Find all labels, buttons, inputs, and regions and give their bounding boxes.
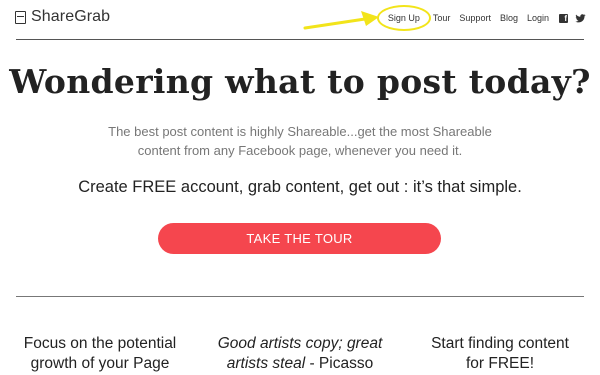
nav-blog-link[interactable]: Blog xyxy=(500,13,518,23)
features-row: Focus on the potential growth of your Pa… xyxy=(0,334,600,374)
header-divider xyxy=(16,39,584,40)
facebook-icon[interactable]: f xyxy=(559,13,568,23)
hero-subtext-line2: content from any Facebook page, whenever… xyxy=(137,143,463,158)
brand-logo[interactable]: ShareGrab xyxy=(15,8,110,26)
feature-free-line1: Start finding content xyxy=(431,335,569,352)
feature-free-line2: for FREE! xyxy=(465,355,535,372)
nav-login-link[interactable]: Login xyxy=(527,13,549,23)
feature-quote-attribution: - Picasso xyxy=(305,355,374,372)
nav-signup-link[interactable]: Sign Up xyxy=(376,5,431,31)
social-links: f xyxy=(559,13,586,23)
feature-free: Start finding content for FREE! xyxy=(400,334,600,374)
take-the-tour-button[interactable]: TAKE THE TOUR xyxy=(158,223,441,254)
hero-subtext: The best post content is highly Shareabl… xyxy=(80,122,520,160)
highlight-arrow-icon xyxy=(303,11,379,30)
feature-growth-line1: Focus on the potential xyxy=(23,335,177,352)
feature-quote: Good artists copy; great artists steal -… xyxy=(200,334,400,374)
brand-name: ShareGrab xyxy=(31,8,111,25)
twitter-icon[interactable] xyxy=(575,13,586,23)
feature-growth: Focus on the potential growth of your Pa… xyxy=(0,334,200,374)
feature-quote-line2-italic: artists steal xyxy=(226,355,306,372)
sharegrab-logo-icon xyxy=(15,10,26,24)
section-divider xyxy=(16,296,584,297)
page-headline: Wondering what to post today? xyxy=(9,62,591,101)
feature-quote-line1: Good artists copy; great xyxy=(217,335,383,352)
hero-tagline: Create FREE account, grab content, get o… xyxy=(78,178,522,196)
nav-support-link[interactable]: Support xyxy=(459,13,491,23)
top-nav: Sign Up Tour Support Blog Login f xyxy=(376,5,586,31)
hero-subtext-line1: The best post content is highly Shareabl… xyxy=(108,124,492,139)
feature-growth-line2: growth of your Page xyxy=(30,355,170,372)
nav-tour-link[interactable]: Tour xyxy=(433,13,451,23)
